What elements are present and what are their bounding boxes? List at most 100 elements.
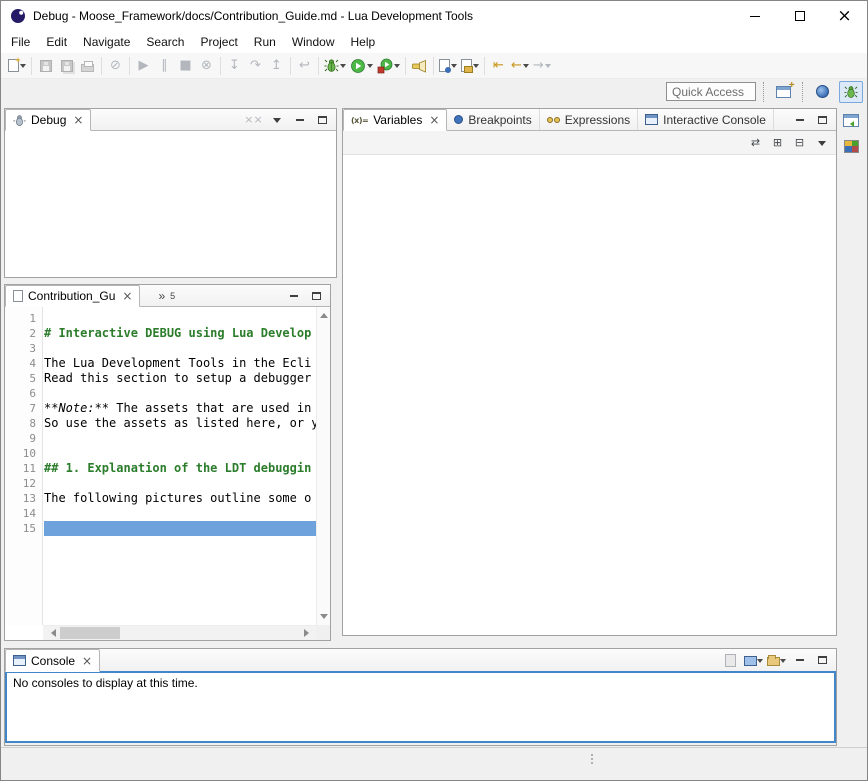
open-console-button[interactable]	[767, 651, 786, 669]
code-line[interactable]	[44, 476, 316, 491]
step-return-button[interactable]: ↥	[266, 55, 287, 77]
code-line[interactable]: # Interactive DEBUG using Lua Develop	[44, 326, 316, 341]
debug-perspective-button[interactable]	[839, 81, 863, 103]
close-tab-icon[interactable]: ×	[122, 290, 132, 302]
close-tab-icon[interactable]: ×	[82, 655, 92, 667]
display-selected-console-button[interactable]	[744, 651, 763, 669]
vertical-sash[interactable]	[337, 108, 342, 636]
maximize-view-button[interactable]	[307, 287, 326, 305]
code-line[interactable]	[44, 386, 316, 401]
minimize-view-button[interactable]	[290, 111, 309, 129]
skip-all-breakpoints-button[interactable]: ⊘	[105, 55, 126, 77]
print-button[interactable]	[77, 55, 98, 77]
code-line[interactable]: Read this section to setup a debugger	[44, 371, 316, 386]
new-lua-file-button[interactable]	[437, 55, 459, 77]
close-tab-icon[interactable]: ×	[429, 114, 439, 126]
show-logical-structures-button[interactable]: ⇄	[746, 134, 765, 152]
open-search-button[interactable]	[409, 55, 430, 77]
menu-navigate[interactable]: Navigate	[75, 32, 138, 52]
menu-edit[interactable]: Edit	[38, 32, 75, 52]
maximize-icon	[312, 292, 321, 300]
horizontal-sash[interactable]	[4, 636, 837, 648]
maximize-window-button[interactable]	[777, 1, 822, 31]
minimize-view-button[interactable]	[790, 111, 809, 129]
code-area[interactable]: # Interactive DEBUG using Lua Develop Th…	[44, 307, 316, 625]
code-line[interactable]: **Note:** The assets that are used in	[44, 401, 316, 416]
suspend-button[interactable]: ∥	[154, 55, 175, 77]
horizontal-sash[interactable]	[4, 278, 337, 284]
step-into-button[interactable]: ↧	[224, 55, 245, 77]
new-wizard-button[interactable]	[6, 55, 28, 77]
terminate-button[interactable]: ■	[175, 55, 196, 77]
save-all-button[interactable]	[56, 55, 77, 77]
drop-to-frame-button[interactable]: ↩	[294, 55, 315, 77]
line-number-gutter[interactable]: 1 2 3 4 5 6 7 8 9 10 11 12 13 14 15	[5, 307, 43, 625]
lua-perspective-button[interactable]	[810, 81, 834, 103]
vertical-scrollbar[interactable]	[316, 307, 330, 625]
debug-view-toolbar: ××	[244, 109, 336, 130]
tab-interactive-console[interactable]: Interactive Console	[638, 109, 774, 130]
collapse-all-button[interactable]: ⊟	[790, 134, 809, 152]
menu-project[interactable]: Project	[192, 32, 245, 52]
last-edit-location-button[interactable]: ⇤	[488, 55, 509, 77]
maximize-view-button[interactable]	[813, 651, 832, 669]
close-window-button[interactable]: ×	[822, 1, 867, 31]
menu-search[interactable]: Search	[138, 32, 192, 52]
maximize-view-button[interactable]	[313, 111, 332, 129]
minimize-window-button[interactable]	[732, 1, 777, 31]
clear-console-button[interactable]	[721, 651, 740, 669]
tab-breakpoints[interactable]: Breakpoints	[447, 109, 539, 130]
view-menu-button[interactable]	[812, 134, 831, 152]
forward-button[interactable]: →	[531, 55, 553, 77]
step-over-button[interactable]: ↷	[245, 55, 266, 77]
restore-minimized-view-button[interactable]	[842, 111, 861, 129]
code-line[interactable]	[44, 446, 316, 461]
tab-expressions[interactable]: Expressions	[540, 109, 638, 130]
code-line[interactable]	[44, 311, 316, 326]
tab-variables[interactable]: (x)= Variables ×	[343, 109, 447, 131]
console-content[interactable]: No consoles to display at this time.	[5, 671, 836, 743]
minimize-icon	[290, 295, 298, 297]
tab-contribution-guide[interactable]: Contribution_Gu ×	[5, 285, 140, 307]
menu-run[interactable]: Run	[246, 32, 284, 52]
external-tools-button[interactable]	[375, 55, 402, 77]
maximize-view-button[interactable]	[813, 111, 832, 129]
expand-all-button[interactable]: ⊞	[768, 134, 787, 152]
minimize-view-button[interactable]	[790, 651, 809, 669]
code-line[interactable]	[44, 506, 316, 521]
close-tab-icon[interactable]: ×	[73, 114, 83, 126]
new-lua-project-button[interactable]	[459, 55, 481, 77]
variables-view-content[interactable]	[343, 155, 836, 635]
resume-button[interactable]: ▶	[133, 55, 154, 77]
quick-access-input[interactable]	[666, 82, 756, 101]
forward-arrow-icon: →	[533, 59, 544, 72]
hidden-editors-indicator[interactable]: »5	[154, 285, 179, 306]
back-button[interactable]: ←	[509, 55, 531, 77]
sash-handle[interactable]	[591, 754, 593, 764]
code-line[interactable]: The Lua Development Tools in the Ecli	[44, 356, 316, 371]
scroll-down-button[interactable]	[317, 612, 330, 625]
scroll-up-button[interactable]	[317, 307, 330, 320]
new-wizard-icon	[8, 59, 19, 72]
code-line[interactable]: So use the assets as listed here, or y	[44, 416, 316, 431]
code-line[interactable]	[44, 431, 316, 446]
open-perspective-button[interactable]	[771, 81, 795, 103]
view-menu-button[interactable]	[267, 111, 286, 129]
menu-window[interactable]: Window	[284, 32, 343, 52]
disconnect-button[interactable]: ⊗	[196, 55, 217, 77]
debug-view-content[interactable]	[5, 131, 336, 277]
tab-console[interactable]: Console ×	[5, 649, 100, 672]
minimized-view-button[interactable]	[842, 137, 861, 155]
code-line[interactable]	[44, 341, 316, 356]
remove-all-terminated-button[interactable]: ××	[244, 111, 263, 129]
minimize-view-button[interactable]	[284, 287, 303, 305]
menu-file[interactable]: File	[3, 32, 38, 52]
run-button[interactable]	[348, 55, 375, 77]
debug-button[interactable]	[322, 55, 348, 77]
selected-line[interactable]	[44, 521, 316, 536]
code-line[interactable]: ## 1. Explanation of the LDT debuggin	[44, 461, 316, 476]
tab-debug[interactable]: Debug ×	[5, 109, 91, 131]
code-line[interactable]: The following pictures outline some o	[44, 491, 316, 506]
menu-help[interactable]: Help	[343, 32, 384, 52]
save-button[interactable]	[35, 55, 56, 77]
